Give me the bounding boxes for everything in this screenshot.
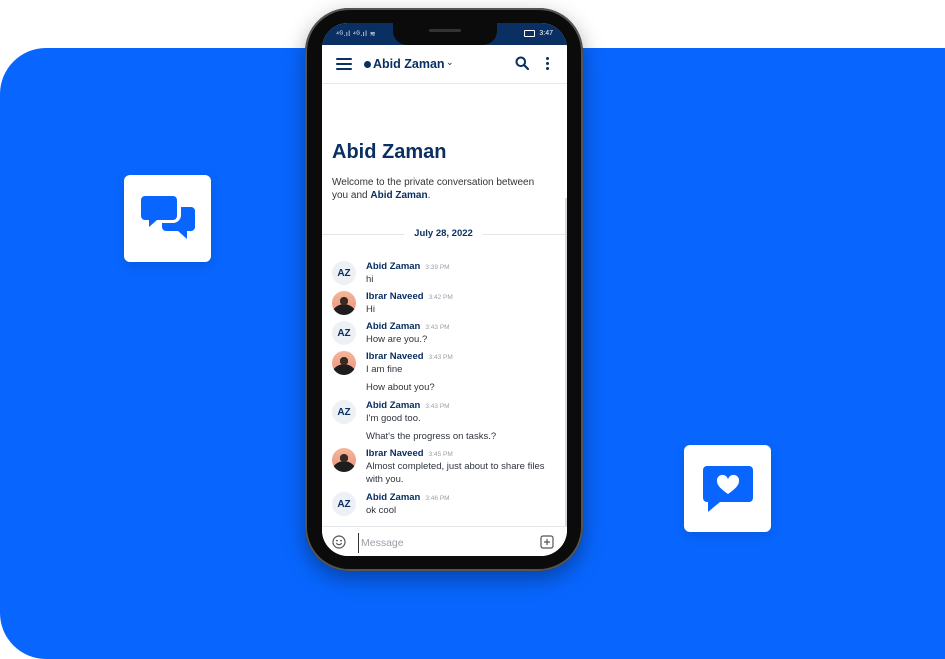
chat-feature-tile [124, 175, 211, 262]
chevron-down-icon[interactable]: ⌄ [446, 57, 454, 68]
message-composer [322, 526, 567, 556]
date-separator: July 28, 2022 [322, 227, 567, 241]
message-text: I am fine [366, 364, 403, 375]
intro-text: Welcome to the private conversation betw… [332, 177, 535, 201]
smile-icon[interactable] [332, 535, 346, 549]
hamburger-icon[interactable] [336, 58, 352, 70]
signal-indicators: ⁴ᴳ.ıl ⁴ᴳ.ıl ≋ [336, 31, 377, 38]
avatar-photo[interactable] [332, 291, 356, 315]
message-time: 3:45 PM [428, 451, 453, 458]
kebab-icon[interactable] [546, 57, 549, 72]
phone-screen: ⁴ᴳ.ıl ⁴ᴳ.ıl ≋ 3:47 Abid Zaman ⌄ Abid Zam… [322, 23, 567, 556]
message-sender[interactable]: Abid Zaman 3:46 PM [366, 492, 450, 503]
message-text: hi [366, 274, 374, 285]
intro-title: Abid Zaman [332, 141, 447, 163]
avatar[interactable]: AZ [332, 261, 356, 285]
chat-header: Abid Zaman ⌄ [322, 45, 567, 84]
date-label: July 28, 2022 [414, 228, 473, 239]
battery-icon [524, 30, 536, 37]
phone-notch [393, 23, 497, 45]
status-time: 3:47 [539, 30, 553, 37]
chat-bubbles-icon [140, 195, 195, 239]
message-sender[interactable]: Abid Zaman 3:43 PM [366, 321, 450, 332]
conversation-title[interactable]: Abid Zaman [373, 57, 445, 71]
message-time: 3:46 PM [425, 495, 450, 502]
heart-feature-tile [684, 445, 771, 532]
search-icon[interactable] [515, 56, 529, 70]
message-sender[interactable]: Abid Zaman 3:43 PM [366, 400, 450, 411]
message-text: Almost completed, just about to share fi… [366, 461, 545, 485]
message-text: ok cool [366, 505, 397, 516]
message-sender[interactable]: Ibrar Naveed 3:45 PM [366, 448, 453, 459]
message-time: 3:39 PM [425, 264, 450, 271]
avatar[interactable]: AZ [332, 321, 356, 345]
message-text: How are you.? [366, 334, 428, 345]
message-time: 3:43 PM [425, 324, 450, 331]
message-sender[interactable]: Ibrar Naveed 3:42 PM [366, 291, 453, 302]
plus-square-icon[interactable] [540, 535, 554, 549]
phone-frame: ⁴ᴳ.ıl ⁴ᴳ.ıl ≋ 3:47 Abid Zaman ⌄ Abid Zam… [305, 8, 583, 571]
message-text: Hi [366, 304, 375, 315]
message-input[interactable] [358, 533, 533, 553]
message-time: 3:43 PM [425, 403, 450, 410]
message-text: I'm good too. [366, 413, 421, 424]
avatar[interactable]: AZ [332, 400, 356, 424]
online-status-dot [364, 61, 371, 68]
message-text: What's the progress on tasks.? [366, 431, 497, 442]
message-time: 3:42 PM [428, 294, 453, 301]
avatar[interactable]: AZ [332, 492, 356, 516]
message-text: How about you? [366, 382, 435, 393]
message-sender[interactable]: Ibrar Naveed 3:43 PM [366, 351, 453, 362]
avatar-photo[interactable] [332, 351, 356, 375]
avatar-photo[interactable] [332, 448, 356, 472]
scrollbar[interactable] [565, 198, 567, 528]
message-sender[interactable]: Abid Zaman 3:39 PM [366, 261, 450, 272]
message-time: 3:43 PM [428, 354, 453, 361]
heart-message-icon [702, 465, 753, 512]
